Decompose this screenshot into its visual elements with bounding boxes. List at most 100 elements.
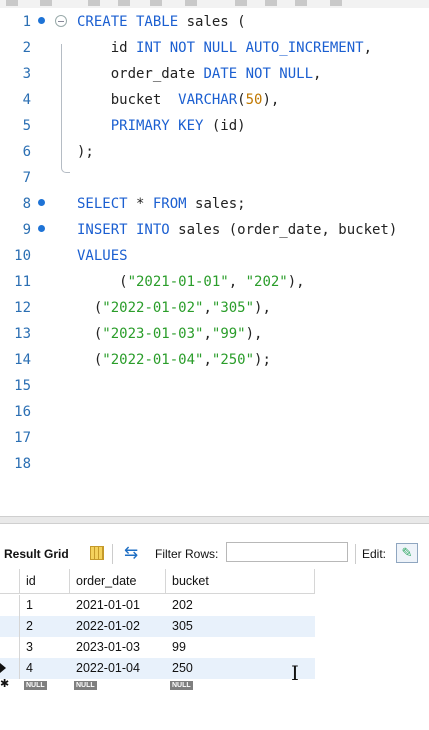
row-header-corner[interactable] [0, 569, 20, 593]
row-selector[interactable] [0, 637, 20, 658]
table-cell[interactable]: 3 [20, 637, 70, 658]
table-row[interactable]: 1 2021-01-01 202 [0, 595, 315, 616]
refresh-icon[interactable]: ⇆ [124, 544, 138, 562]
line-number: 5 [22, 118, 31, 134]
row-selector[interactable] [0, 595, 20, 616]
line-number: 6 [22, 144, 31, 160]
code-line[interactable]: 12 ("2022-01-02","305"), [0, 295, 429, 321]
toolbar-icon[interactable] [6, 0, 18, 6]
code-text: CREATE TABLE sales ( [77, 14, 246, 30]
code-line[interactable]: 2 id INT NOT NULL AUTO_INCREMENT, [0, 35, 429, 61]
column-header-id[interactable]: id [20, 569, 70, 593]
toolbar-icon[interactable] [150, 0, 162, 6]
current-row-arrow-icon [0, 663, 6, 673]
code-line[interactable]: 13 ("2023-01-03","99"), [0, 321, 429, 347]
code-text: order_date DATE NOT NULL, [77, 66, 322, 82]
null-badge[interactable]: NULL [170, 681, 193, 690]
code-line[interactable]: 6); [0, 139, 429, 165]
column-header-order-date[interactable]: order_date [70, 569, 166, 593]
code-line[interactable]: 7 [0, 165, 429, 191]
table-cell[interactable]: 2022-01-04 [70, 658, 166, 679]
grid-icon[interactable] [90, 546, 104, 560]
sql-editor[interactable]: 1 CREATE TABLE sales ( 2 id INT NOT NULL A… [0, 8, 429, 500]
line-number: 1 [22, 14, 31, 30]
result-toolbar: Result Grid ⇆ Filter Rows: Edit: ✎ [0, 540, 429, 568]
table-cell[interactable]: 2023-01-03 [70, 637, 166, 658]
toolbar-icon[interactable] [330, 0, 342, 6]
toolbar-icon[interactable] [40, 0, 52, 6]
code-text: bucket VARCHAR(50), [77, 92, 280, 108]
toolbar-separator [112, 544, 113, 564]
code-text: ); [77, 144, 94, 160]
toolbar-icon[interactable] [235, 0, 247, 6]
code-text: INSERT INTO sales (order_date, bucket) [77, 222, 398, 238]
panel-splitter[interactable] [0, 516, 429, 524]
code-line[interactable]: 4 bucket VARCHAR(50), [0, 87, 429, 113]
filter-rows-input[interactable] [226, 542, 348, 562]
code-line[interactable]: 16 [0, 399, 429, 425]
line-number: 8 [22, 196, 31, 212]
line-number: 13 [14, 326, 31, 342]
code-text: VALUES [77, 248, 128, 264]
code-line[interactable]: 10 VALUES [0, 243, 429, 269]
line-number: 18 [14, 456, 31, 472]
new-row-asterisk-icon: ✱ [0, 678, 10, 690]
line-number: 17 [14, 430, 31, 446]
table-row[interactable]: 3 2023-01-03 99 [0, 637, 315, 658]
code-text: ("2021-01-01", "202"), [77, 274, 305, 290]
line-number: 2 [22, 40, 31, 56]
toolbar-icon[interactable] [265, 0, 277, 6]
code-line[interactable]: 9 INSERT INTO sales (order_date, bucket) [0, 217, 429, 243]
line-number: 10 [14, 248, 31, 264]
grid-header: id order_date bucket [0, 569, 315, 594]
code-text: SELECT * FROM sales; [77, 196, 246, 212]
table-cell[interactable]: 4 [20, 658, 70, 679]
code-line[interactable]: 11 ("2021-01-01", "202"), [0, 269, 429, 295]
code-text: ("2023-01-03","99"), [77, 326, 263, 342]
row-selector[interactable] [0, 616, 20, 637]
toolbar-icon[interactable] [295, 0, 307, 6]
code-line[interactable]: 15 [0, 373, 429, 399]
toolbar-icon[interactable] [118, 0, 130, 6]
table-row[interactable]: 2 2022-01-02 305 [0, 616, 315, 637]
code-line[interactable]: 14 ("2022-01-04","250"); [0, 347, 429, 373]
code-text: ("2022-01-04","250"); [77, 352, 271, 368]
toolbar-icon[interactable] [88, 0, 100, 6]
toolbar-icon[interactable] [185, 0, 197, 6]
edit-icon[interactable]: ✎ [396, 543, 418, 563]
code-line[interactable]: 3 order_date DATE NOT NULL, [0, 61, 429, 87]
column-header-bucket[interactable]: bucket [166, 569, 315, 593]
table-cell[interactable]: 202 [166, 595, 315, 616]
fold-toggle-icon[interactable] [55, 15, 67, 27]
table-cell[interactable]: 305 [166, 616, 315, 637]
table-cell[interactable]: 2 [20, 616, 70, 637]
line-number: 11 [14, 274, 31, 290]
table-row[interactable]: 4 2022-01-04 250 [0, 658, 315, 679]
table-cell[interactable]: 2022-01-02 [70, 616, 166, 637]
line-number: 9 [22, 222, 31, 238]
code-line[interactable]: 5 PRIMARY KEY (id) [0, 113, 429, 139]
code-line[interactable]: 1 CREATE TABLE sales ( [0, 9, 429, 35]
line-number: 15 [14, 378, 31, 394]
table-cell[interactable]: 1 [20, 595, 70, 616]
filter-rows-label: Filter Rows: [155, 547, 219, 561]
statement-marker-icon [38, 199, 45, 206]
table-cell[interactable]: 2021-01-01 [70, 595, 166, 616]
statement-marker-icon [38, 17, 45, 24]
line-number: 4 [22, 92, 31, 108]
line-number: 16 [14, 404, 31, 420]
row-selector[interactable] [0, 658, 20, 679]
table-cell[interactable]: 99 [166, 637, 315, 658]
line-number: 12 [14, 300, 31, 316]
toolbar-separator [355, 544, 356, 564]
new-row[interactable]: ✱ NULL NULL NULL [0, 678, 315, 693]
code-line[interactable]: 17 [0, 425, 429, 451]
text-cursor-icon: I [291, 661, 299, 685]
code-text: ("2022-01-02","305"), [77, 300, 271, 316]
code-line[interactable]: 8 SELECT * FROM sales; [0, 191, 429, 217]
null-badge[interactable]: NULL [74, 681, 97, 690]
result-grid-label[interactable]: Result Grid [4, 547, 69, 561]
code-line[interactable]: 18 [0, 451, 429, 477]
code-text: PRIMARY KEY (id) [110, 118, 246, 134]
null-badge[interactable]: NULL [24, 681, 47, 690]
